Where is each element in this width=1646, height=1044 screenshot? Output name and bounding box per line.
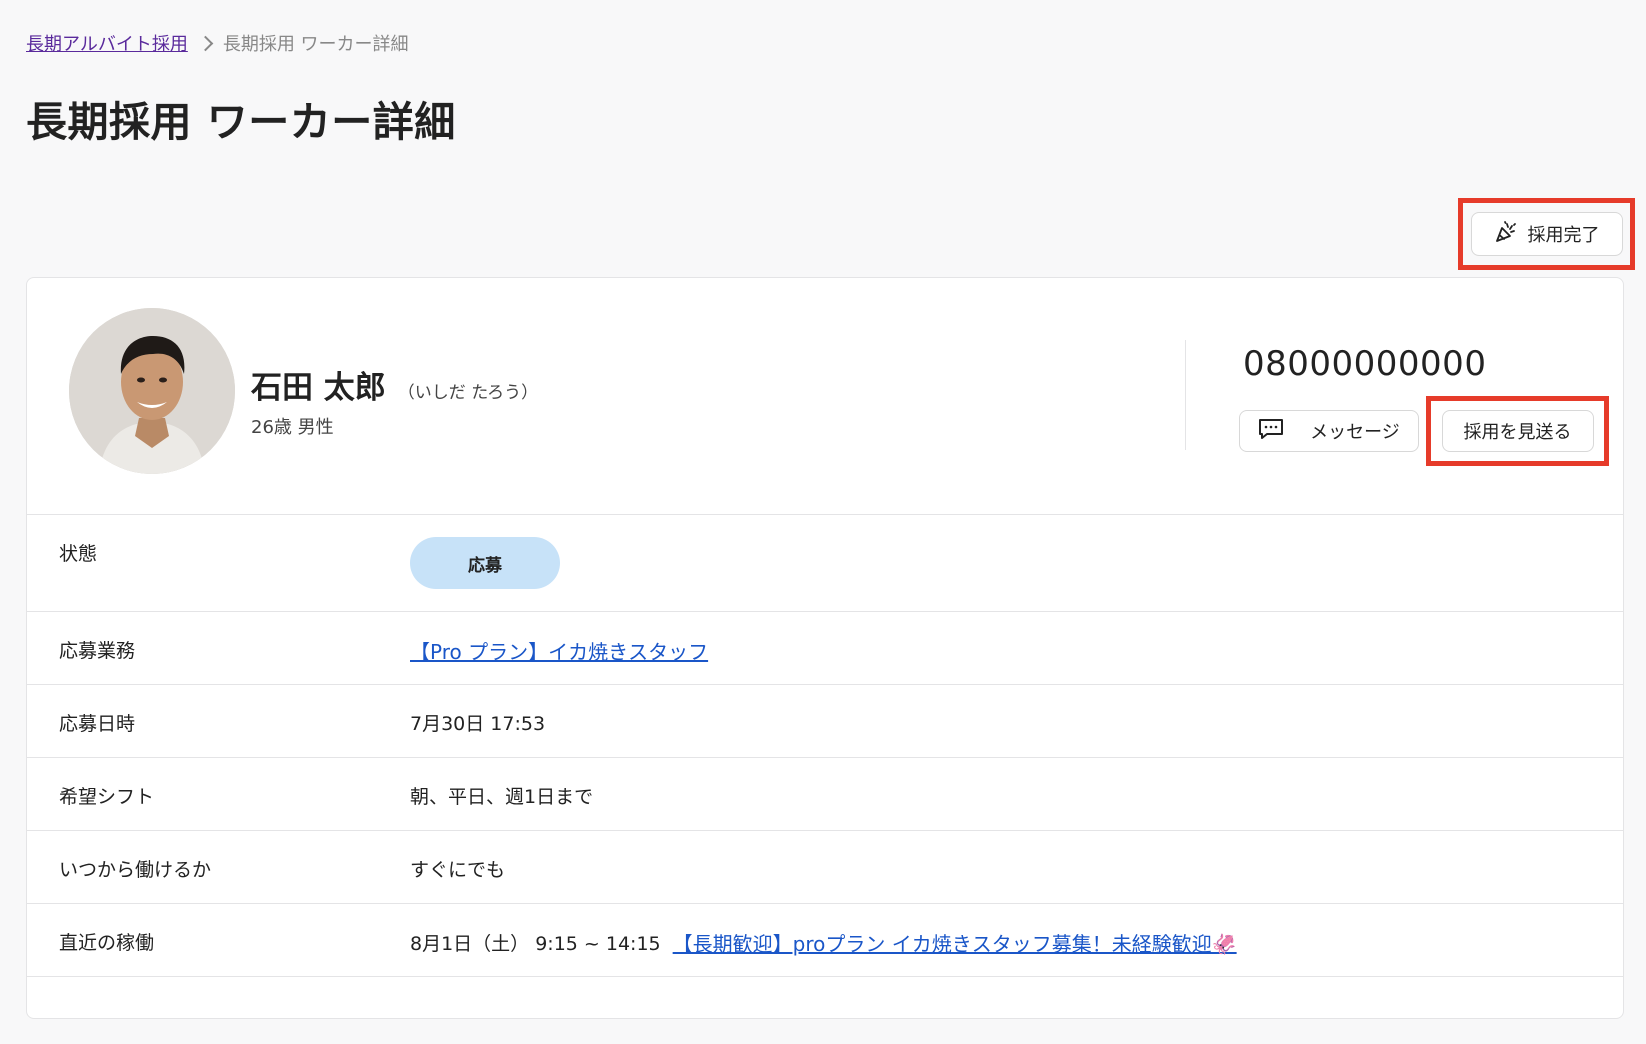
hire-complete-highlight: 採用完了: [1458, 198, 1635, 270]
message-button[interactable]: メッセージ: [1239, 410, 1419, 452]
worker-name: 石田 太郎: [251, 370, 386, 406]
page-title: 長期採用 ワーカー詳細: [26, 98, 456, 146]
start-label: いつから働けるか: [59, 859, 212, 881]
job-value: 【Pro プラン】イカ焼きスタッフ: [410, 636, 708, 665]
start-value: すぐにでも: [410, 859, 506, 881]
chevron-right-icon: [197, 35, 214, 51]
recent-value: 8月1日（土） 9:15 ~ 14:15 【長期歓迎】proプラン イカ焼きスタ…: [410, 928, 1237, 957]
worker-name-block: 石田 太郎 （いしだ たろう） 26歳 男性: [251, 362, 538, 439]
detail-row-recent: 直近の稼働 8月1日（土） 9:15 ~ 14:15 【長期歓迎】proプラン …: [27, 904, 1623, 977]
page: 長期アルバイト採用 長期採用 ワーカー詳細 長期採用 ワーカー詳細 採用完了 石…: [0, 0, 1646, 1044]
profile-divider: [1185, 340, 1186, 450]
worker-name-line: 石田 太郎 （いしだ たろう）: [251, 362, 538, 407]
pass-highlight: 採用を見送る: [1426, 396, 1609, 466]
recent-label: 直近の稼働: [59, 932, 155, 954]
breadcrumb-parent-link[interactable]: 長期アルバイト採用: [26, 30, 188, 56]
job-label: 応募業務: [59, 640, 136, 662]
breadcrumb: 長期アルバイト採用 長期採用 ワーカー詳細: [26, 30, 409, 56]
detail-row-shift: 希望シフト 朝、平日、週1日まで: [27, 758, 1623, 831]
pass-hiring-button[interactable]: 採用を見送る: [1441, 410, 1594, 452]
job-link[interactable]: 【Pro プラン】イカ焼きスタッフ: [410, 636, 708, 665]
status-label: 状態: [59, 543, 98, 565]
recent-job-link[interactable]: 【長期歓迎】proプラン イカ焼きスタッフ募集！未経験歓迎🦑: [673, 928, 1237, 957]
hire-complete-label: 採用完了: [1527, 225, 1600, 246]
applied-at-value: 7月30日 17:53: [410, 713, 546, 735]
detail-row-status: 状態 応募: [27, 515, 1623, 612]
recent-datetime: 8月1日（土） 9:15 ~ 14:15: [410, 933, 661, 955]
worker-phone: 08000000000: [1243, 344, 1487, 384]
avatar: [69, 308, 235, 474]
detail-row-start: いつから働けるか すぐにでも: [27, 831, 1623, 904]
hire-complete-button[interactable]: 採用完了: [1470, 212, 1623, 256]
status-badge: 応募: [410, 537, 560, 589]
chat-bubble-icon: [1258, 417, 1284, 446]
breadcrumb-current: 長期採用 ワーカー詳細: [222, 34, 409, 55]
detail-row-job: 応募業務 【Pro プラン】イカ焼きスタッフ: [27, 612, 1623, 685]
worker-name-kana: （いしだ たろう）: [397, 383, 539, 403]
message-button-label: メッセージ: [1310, 422, 1400, 443]
shift-label: 希望シフト: [59, 786, 155, 808]
party-popper-icon: [1494, 220, 1518, 249]
shift-value: 朝、平日、週1日まで: [410, 786, 594, 808]
worker-detail-card: 石田 太郎 （いしだ たろう） 26歳 男性 08000000000 メッセージ: [26, 277, 1624, 1019]
worker-profile: 石田 太郎 （いしだ たろう） 26歳 男性 08000000000 メッセージ: [27, 278, 1623, 515]
applied-at-label: 応募日時: [59, 713, 136, 735]
detail-row-applied-at: 応募日時 7月30日 17:53: [27, 685, 1623, 758]
worker-age-gender: 26歳 男性: [251, 417, 334, 438]
